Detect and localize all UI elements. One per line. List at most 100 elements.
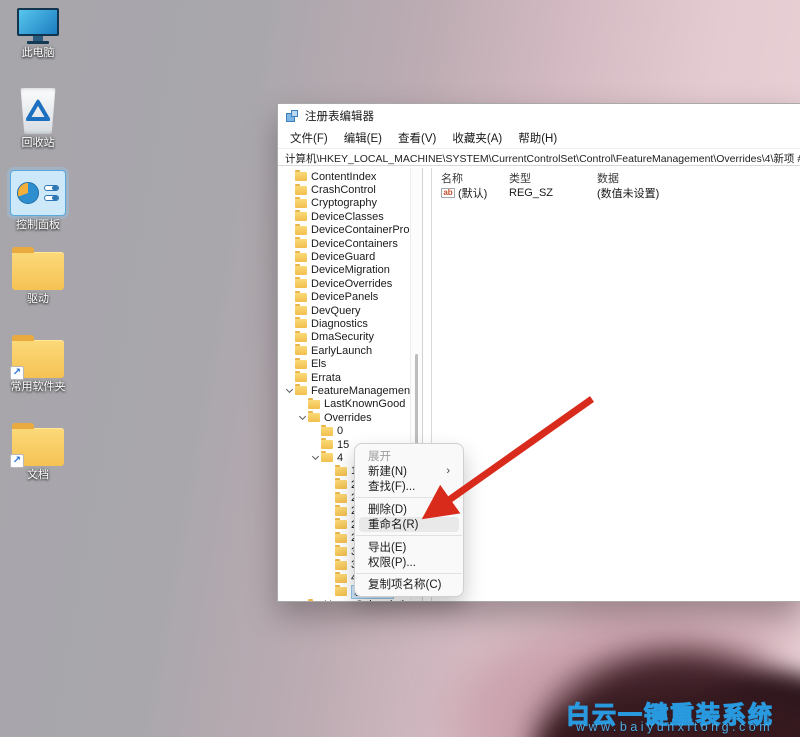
tree-node[interactable]: DeviceContainerPropertyUpda — [278, 224, 422, 237]
tree-node[interactable]: EarlyLaunch — [278, 344, 422, 357]
tree-node[interactable]: UsageSubscriptions — [278, 599, 422, 602]
context-menu-item[interactable]: 复制项名称(C) — [359, 577, 459, 592]
desktop-icon-this-pc[interactable]: 此电脑 — [2, 8, 74, 59]
tree-node[interactable]: 0 — [278, 424, 422, 437]
context-menu-item[interactable]: 权限(P)... — [359, 554, 459, 569]
tree-node[interactable]: Diagnostics — [278, 317, 422, 330]
column-data[interactable]: 数据 — [597, 170, 800, 185]
folder-icon — [12, 252, 64, 290]
tree-node-label: LastKnownGood — [324, 398, 405, 410]
chevron-icon[interactable] — [324, 546, 335, 557]
tree-node[interactable]: FeatureManagement — [278, 384, 422, 397]
tree-node[interactable]: LastKnownGood — [278, 398, 422, 411]
chevron-icon[interactable] — [284, 318, 295, 329]
tree-node[interactable]: DevicePanels — [278, 291, 422, 304]
context-menu-item[interactable] — [356, 494, 462, 501]
chevron-icon[interactable] — [284, 345, 295, 356]
desktop-icon-recycle-bin[interactable]: 回收站 — [2, 88, 74, 149]
menubar-item[interactable]: 编辑(E) — [336, 128, 390, 148]
value-row[interactable]: ab (默认) REG_SZ (数值未设置) — [441, 185, 800, 200]
chevron-icon[interactable] — [284, 292, 295, 303]
desktop-icon-control-panel[interactable]: 控制面板 — [2, 170, 74, 231]
chevron-icon[interactable] — [310, 439, 321, 450]
chevron-icon[interactable] — [297, 412, 308, 423]
menubar-item[interactable]: 查看(V) — [390, 128, 444, 148]
key-folder-icon — [295, 226, 307, 235]
tree-node[interactable]: DeviceGuard — [278, 250, 422, 263]
chevron-icon[interactable] — [284, 372, 295, 383]
chevron-icon[interactable] — [284, 238, 295, 249]
chevron-icon[interactable] — [284, 211, 295, 222]
tree-node[interactable]: Els — [278, 357, 422, 370]
key-folder-icon — [295, 373, 307, 382]
menubar-item[interactable]: 文件(F) — [282, 128, 336, 148]
chevron-icon[interactable] — [310, 452, 321, 463]
column-type[interactable]: 类型 — [509, 170, 597, 185]
chevron-icon[interactable] — [297, 399, 308, 410]
tree-node-label: 0 — [337, 425, 343, 437]
tree-node[interactable]: DeviceMigration — [278, 264, 422, 277]
desktop-icon-folder-software[interactable]: ↗ 常用软件夹 — [2, 340, 74, 393]
context-menu-item[interactable]: 新建(N) › — [359, 463, 459, 478]
tree-node[interactable]: DevQuery — [278, 304, 422, 317]
key-folder-icon — [295, 186, 307, 195]
tree-node[interactable]: DeviceClasses — [278, 210, 422, 223]
chevron-icon[interactable] — [284, 225, 295, 236]
column-name[interactable]: 名称 — [441, 170, 509, 185]
context-menu-item[interactable]: 查找(F)... — [359, 479, 459, 494]
key-folder-icon — [308, 400, 320, 409]
regedit-address-bar[interactable]: 计算机\HKEY_LOCAL_MACHINE\SYSTEM\CurrentCon… — [278, 148, 800, 166]
regedit-titlebar[interactable]: 注册表编辑器 — [278, 104, 800, 128]
tree-node[interactable]: Cryptography — [278, 197, 422, 210]
context-menu-item[interactable]: 删除(D) — [359, 501, 459, 516]
context-menu-item[interactable]: 展开 — [359, 448, 459, 463]
chevron-icon[interactable] — [324, 479, 335, 490]
chevron-icon[interactable] — [324, 586, 335, 597]
chevron-icon[interactable] — [284, 385, 295, 396]
tree-node-label: FeatureManagement — [311, 385, 413, 397]
context-menu-item-label: 复制项名称(C) — [368, 576, 441, 592]
key-folder-icon — [295, 266, 307, 275]
key-folder-icon — [295, 172, 307, 181]
chevron-icon[interactable] — [284, 305, 295, 316]
desktop-icon-folder-documents[interactable]: ↗ 文档 — [2, 428, 74, 481]
key-folder-icon — [295, 319, 307, 328]
context-menu-item[interactable] — [356, 570, 462, 577]
tree-node[interactable]: DeviceOverrides — [278, 277, 422, 290]
chevron-icon[interactable] — [284, 171, 295, 182]
desktop-icon-folder-drivers[interactable]: 驱动 — [2, 252, 74, 305]
tree-node[interactable]: CrashControl — [278, 183, 422, 196]
context-menu-item[interactable]: 重命名(R) — [359, 517, 459, 532]
tree-node-label: Overrides — [324, 412, 372, 424]
chevron-icon[interactable] — [284, 252, 295, 263]
context-menu-item[interactable]: 导出(E) — [359, 539, 459, 554]
chevron-icon[interactable] — [284, 265, 295, 276]
tree-node[interactable]: DmaSecurity — [278, 331, 422, 344]
tree-node[interactable]: DeviceContainers — [278, 237, 422, 250]
chevron-icon[interactable] — [284, 278, 295, 289]
chevron-icon[interactable] — [284, 185, 295, 196]
chevron-icon[interactable] — [324, 519, 335, 530]
context-menu-item-label: 展开 — [368, 448, 391, 464]
tree-node[interactable]: Errata — [278, 371, 422, 384]
chevron-icon[interactable] — [324, 466, 335, 477]
chevron-icon[interactable] — [284, 332, 295, 343]
chevron-icon[interactable] — [284, 198, 295, 209]
menubar-item[interactable]: 帮助(H) — [510, 128, 565, 148]
chevron-icon[interactable] — [324, 533, 335, 544]
chevron-icon[interactable] — [284, 359, 295, 370]
tree-node[interactable]: Overrides — [278, 411, 422, 424]
key-folder-icon — [295, 199, 307, 208]
chevron-icon[interactable] — [324, 506, 335, 517]
chevron-icon[interactable] — [324, 560, 335, 571]
tree-node-label: 15 — [337, 439, 349, 451]
tree-node-label: DevicePanels — [311, 291, 378, 303]
chevron-icon[interactable] — [324, 493, 335, 504]
chevron-icon[interactable] — [324, 573, 335, 584]
chevron-icon[interactable] — [297, 600, 308, 601]
tree-node[interactable]: ContentIndex — [278, 170, 422, 183]
context-menu-item[interactable] — [356, 532, 462, 539]
registry-value-panel: 名称 类型 数据 ab (默认) REG_SZ (数值未设置) — [431, 168, 800, 601]
chevron-icon[interactable] — [310, 426, 321, 437]
menubar-item[interactable]: 收藏夹(A) — [444, 128, 510, 148]
